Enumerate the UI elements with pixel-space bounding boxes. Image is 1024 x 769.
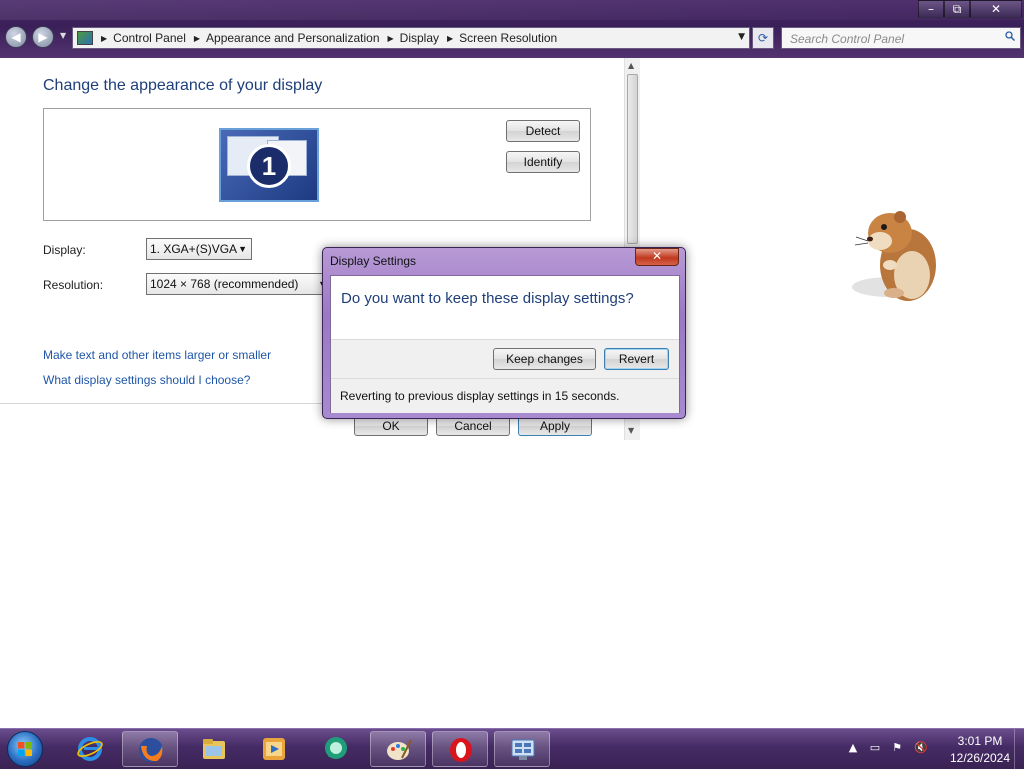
window-titlebar: ◀ ▶ ▼ ▶ Control Panel ▶ Appearance and P…	[0, 0, 1024, 58]
start-button[interactable]	[7, 731, 43, 767]
titlebar-glass	[0, 0, 1024, 20]
recent-pages-dropdown[interactable]: ▼	[60, 32, 68, 40]
media-player-icon	[263, 738, 285, 760]
monitor-number-badge: 1	[247, 144, 291, 188]
text-size-link[interactable]: Make text and other items larger or smal…	[43, 348, 271, 362]
chevron-right-icon[interactable]: ▶	[388, 34, 394, 43]
scroll-up-icon[interactable]: ▲	[628, 61, 634, 70]
volume-muted-icon[interactable]: 🔇	[914, 741, 928, 755]
hamster-desktop-pet-icon[interactable]	[850, 203, 942, 307]
monitor-1-tile[interactable]: 1	[219, 128, 319, 202]
dialog-question: Do you want to keep these display settin…	[341, 290, 634, 307]
system-tray: ▲ ▭ ⚑ 🔇 3:01 PM 12/26/2024	[844, 729, 1024, 769]
show-hidden-icons-icon[interactable]: ▲	[846, 741, 860, 755]
resolution-select[interactable]: 1024 × 768 (recommended) ▼	[146, 273, 332, 295]
display-label: Display:	[43, 243, 86, 257]
network-icon[interactable]: ▭	[868, 741, 882, 755]
chevron-down-icon: ▼	[238, 244, 247, 254]
chevron-right-icon[interactable]: ▶	[101, 34, 107, 43]
apply-button[interactable]: Apply	[518, 416, 592, 436]
internet-explorer-icon	[77, 737, 103, 761]
forward-button[interactable]: ▶	[32, 26, 54, 48]
taskbar-control-panel[interactable]	[494, 731, 550, 767]
search-box[interactable]	[781, 27, 1021, 49]
search-icon[interactable]	[1005, 31, 1015, 41]
address-bar[interactable]: ▶ Control Panel ▶ Appearance and Persona…	[72, 27, 750, 49]
taskbar-file-explorer[interactable]	[186, 731, 242, 767]
dialog-status-bar: Reverting to previous display settings i…	[331, 378, 679, 413]
revert-button[interactable]: Revert	[604, 348, 669, 370]
dialog-button-row: Keep changes Revert	[331, 339, 679, 379]
dialog-title: Display Settings	[330, 254, 417, 268]
breadcrumb-appearance[interactable]: Appearance and Personalization	[206, 31, 379, 45]
scroll-down-icon[interactable]: ▼	[628, 426, 634, 435]
taskbar-internet-explorer[interactable]	[62, 731, 118, 767]
scrollbar-thumb[interactable]	[627, 74, 638, 244]
page-title: Change the appearance of your display	[43, 77, 323, 94]
show-desktop-button[interactable]	[1014, 729, 1024, 769]
display-settings-dialog: Display Settings ✕ Do you want to keep t…	[322, 247, 686, 419]
firefox-icon	[139, 738, 163, 762]
taskbar: ▲ ▭ ⚑ 🔇 3:01 PM 12/26/2024	[0, 728, 1024, 769]
address-dropdown-icon[interactable]: ▼	[738, 32, 745, 42]
chat-app-icon	[325, 737, 347, 759]
identify-button[interactable]: Identify	[506, 151, 580, 173]
back-button[interactable]: ◀	[5, 26, 27, 48]
dialog-close-button[interactable]: ✕	[635, 248, 679, 266]
ok-button[interactable]: OK	[354, 416, 428, 436]
control-panel-icon	[77, 31, 93, 45]
maximize-button[interactable]: ⧉	[944, 0, 970, 18]
cancel-button[interactable]: Cancel	[436, 416, 510, 436]
taskbar-firefox[interactable]	[122, 731, 178, 767]
taskbar-opera[interactable]	[432, 731, 488, 767]
detect-button[interactable]: Detect	[506, 120, 580, 142]
windows-logo-icon	[18, 742, 32, 756]
chevron-right-icon[interactable]: ▶	[447, 34, 453, 43]
display-help-link[interactable]: What display settings should I choose?	[43, 373, 250, 387]
search-input[interactable]	[788, 30, 997, 48]
revert-countdown-text: Reverting to previous display settings i…	[340, 389, 620, 403]
resolution-select-value: 1024 × 768 (recommended)	[150, 277, 299, 291]
control-panel-icon	[511, 739, 535, 760]
display-select-value: 1. XGA+(S)VGA	[150, 242, 238, 256]
chevron-right-icon[interactable]: ▶	[194, 34, 200, 43]
dialog-body: Do you want to keep these display settin…	[330, 275, 680, 413]
breadcrumb-screen-resolution[interactable]: Screen Resolution	[459, 31, 557, 45]
clock-time[interactable]: 3:01 PM	[940, 734, 1020, 748]
breadcrumb-display[interactable]: Display	[400, 31, 439, 45]
taskbar-media-player[interactable]	[246, 731, 302, 767]
clock-date[interactable]: 12/26/2024	[940, 751, 1020, 765]
refresh-button[interactable]: ⟳	[752, 27, 774, 49]
taskbar-chat-app[interactable]	[308, 731, 364, 767]
file-explorer-icon	[203, 739, 225, 759]
breadcrumb-control-panel[interactable]: Control Panel	[113, 31, 186, 45]
taskbar-paint[interactable]	[370, 731, 426, 767]
minimize-button[interactable]: –	[918, 0, 944, 18]
display-select[interactable]: 1. XGA+(S)VGA ▼	[146, 238, 252, 260]
opera-icon	[450, 738, 472, 762]
paint-icon	[387, 739, 412, 760]
keep-changes-button[interactable]: Keep changes	[493, 348, 596, 370]
close-window-button[interactable]: ✕	[970, 0, 1022, 18]
action-center-flag-icon[interactable]: ⚑	[890, 741, 904, 755]
resolution-label: Resolution:	[43, 278, 104, 292]
